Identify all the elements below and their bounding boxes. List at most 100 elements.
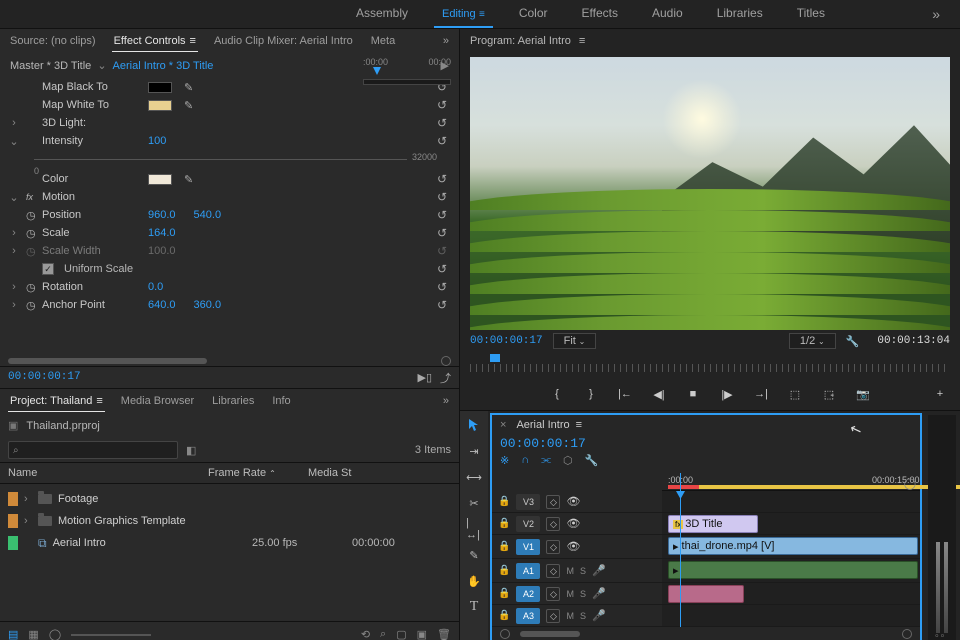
prop-motion[interactable]: Motion [42, 191, 142, 203]
clip-3d-title[interactable]: fx3D Title [668, 515, 758, 533]
list-item[interactable]: › Motion Graphics Template [0, 510, 459, 532]
settings-icon[interactable]: 🔧 [585, 454, 599, 467]
stopwatch-icon[interactable]: ◷ [26, 209, 36, 222]
workspace-titles[interactable]: Titles [789, 0, 833, 28]
lane-v2[interactable]: fx3D Title [662, 513, 920, 535]
list-item[interactable]: ⧉ Aerial Intro 25.00 fps 00:00:00 [0, 532, 459, 554]
sync-lock-icon[interactable]: ◇ [546, 587, 560, 601]
reset-button[interactable]: ↺ [437, 190, 451, 204]
col-media-start[interactable]: Media St [308, 467, 351, 479]
sync-lock-icon[interactable]: ◇ [546, 564, 560, 578]
col-name[interactable]: Name [8, 467, 208, 479]
workspace-audio[interactable]: Audio [644, 0, 691, 28]
lane-a1[interactable]: ▸ [662, 559, 920, 583]
reset-button[interactable]: ↺ [437, 134, 451, 148]
trash-icon[interactable]: 🗑 [437, 628, 451, 640]
sync-lock-icon[interactable]: ◇ [546, 517, 560, 531]
rotation-value[interactable]: 0.0 [148, 281, 163, 293]
icon-view-icon[interactable]: ▦ [28, 628, 38, 640]
panel-menu-icon[interactable]: ≡ [579, 35, 585, 47]
chevron-down-icon[interactable]: ⌄ [8, 191, 20, 204]
sync-lock-icon[interactable]: ◇ [546, 540, 560, 554]
track-a3[interactable]: A3 [516, 608, 540, 624]
track-a2[interactable]: A2 [516, 586, 540, 602]
lock-icon[interactable]: 🔒 [498, 588, 510, 599]
program-scrubber[interactable] [470, 354, 950, 378]
mark-in-button[interactable]: { [549, 388, 565, 400]
track-v1[interactable]: V1 [516, 539, 540, 555]
ripple-edit-tool[interactable]: ⟷ [466, 469, 482, 485]
new-item-icon[interactable]: ▣ [417, 628, 427, 640]
timeline-zoom-scrollbar[interactable] [492, 627, 920, 640]
color-swatch[interactable] [148, 174, 172, 185]
lift-button[interactable]: ⬚ [787, 388, 803, 401]
reset-button[interactable]: ↺ [437, 280, 451, 294]
resolution-dropdown[interactable]: 1/2 ⌄ [789, 333, 836, 349]
col-framerate[interactable]: Frame Rate ⌃ [208, 467, 308, 479]
playhead-icon[interactable] [373, 67, 381, 75]
stopwatch-icon[interactable]: ◷ [26, 245, 36, 258]
lane-a2[interactable] [662, 583, 920, 605]
mute-button[interactable]: M [566, 611, 574, 621]
reset-button[interactable]: ↺ [437, 116, 451, 130]
mark-out-button[interactable]: } [583, 388, 599, 400]
step-back-button[interactable]: ◀| [651, 388, 667, 401]
type-tool[interactable]: T [466, 599, 482, 615]
track-v3[interactable]: V3 [516, 494, 540, 510]
pen-tool[interactable]: ✎ [466, 547, 482, 563]
panel-overflow[interactable]: » [441, 31, 451, 51]
tab-metadata[interactable]: Meta [369, 31, 397, 51]
chevron-right-icon[interactable]: › [8, 299, 20, 311]
eyedropper-icon[interactable]: ✎ [184, 99, 193, 112]
tab-audio-clip-mixer[interactable]: Audio Clip Mixer: Aerial Intro [212, 31, 355, 51]
automate-icon[interactable]: ⟲ [361, 628, 370, 640]
eye-icon[interactable]: 👁 [566, 495, 580, 508]
mic-icon[interactable]: 🎤 [592, 587, 606, 600]
slip-tool[interactable]: |↔| [466, 521, 482, 537]
meter-options-icon[interactable]: ∘∘ [934, 630, 945, 640]
chevron-right-icon[interactable]: › [24, 493, 32, 505]
tab-effect-controls[interactable]: Effect Controls≡ [112, 31, 198, 52]
playhead-icon[interactable] [490, 354, 500, 362]
eye-icon[interactable]: 👁 [566, 540, 580, 553]
clip-audio[interactable]: ▸ [668, 561, 918, 579]
find-icon[interactable]: ⌕ [380, 628, 386, 640]
lock-icon[interactable]: 🔒 [498, 541, 510, 552]
tab-project[interactable]: Project: Thailand≡ [8, 391, 105, 412]
position-y[interactable]: 540.0 [194, 209, 222, 221]
reset-button[interactable]: ↺ [437, 208, 451, 222]
stopwatch-icon[interactable]: ◷ [26, 299, 36, 312]
filter-bin-icon[interactable]: ◧ [186, 444, 196, 457]
intensity-value[interactable]: 100 [148, 135, 166, 147]
solo-button[interactable]: S [580, 589, 586, 599]
track-select-tool[interactable]: ⇥ [466, 443, 482, 459]
step-forward-button[interactable]: |▶ [719, 388, 735, 401]
lock-icon[interactable]: 🔒 [498, 496, 510, 507]
eyedropper-icon[interactable]: ✎ [184, 81, 193, 94]
workspace-color[interactable]: Color [511, 0, 556, 28]
workspace-overflow-button[interactable]: » [920, 6, 952, 22]
chevron-right-icon[interactable]: › [8, 227, 20, 239]
button-editor-button[interactable]: + [932, 388, 948, 400]
stop-button[interactable]: ■ [685, 388, 701, 400]
marker-icon[interactable]: ⬡ [563, 454, 573, 467]
export-frame-button[interactable]: 📷 [855, 388, 871, 401]
lane-v3[interactable] [662, 491, 920, 513]
zoom-slider[interactable] [71, 634, 151, 636]
source-timecode[interactable]: 00:00:00:17 [8, 372, 81, 383]
lock-icon[interactable]: 🔒 [498, 518, 510, 529]
mic-icon[interactable]: 🎤 [592, 609, 606, 622]
chevron-right-icon[interactable]: › [8, 117, 20, 129]
razor-tool[interactable]: ✂ [466, 495, 482, 511]
search-input[interactable]: ⌕ [8, 441, 178, 459]
settings-icon[interactable]: 🔧 [846, 335, 860, 348]
color-swatch-white[interactable] [148, 100, 172, 111]
uniform-scale-checkbox[interactable]: ✓ [42, 263, 54, 275]
magnet-icon[interactable]: ∩ [521, 454, 529, 467]
scale-value[interactable]: 164.0 [148, 227, 176, 239]
list-view-icon[interactable]: ▤ [8, 628, 18, 640]
fx-badge[interactable]: fx [26, 192, 36, 202]
timeline-ruler[interactable]: :00:00 00:00:15:00 [662, 473, 920, 491]
panel-overflow[interactable]: » [441, 391, 451, 411]
linked-selection-icon[interactable]: ⫘ [541, 454, 551, 467]
